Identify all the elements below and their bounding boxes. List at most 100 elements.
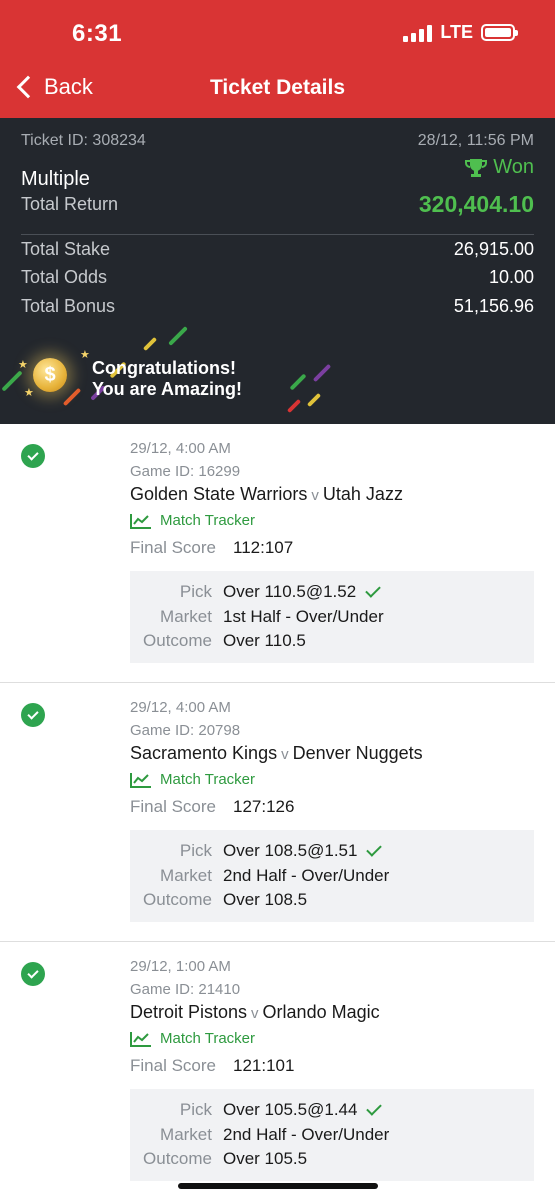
- match-tracker-link[interactable]: Match Tracker: [130, 512, 255, 529]
- pick-value: Over 108.5@1.51: [223, 841, 383, 861]
- pick-text: Over 105.5@1.44: [223, 1100, 358, 1119]
- leg-teams: Golden State Warriors v Utah Jazz: [130, 484, 403, 505]
- bet-leg: 29/12, 4:00 AM Game ID: 20798 Sacramento…: [0, 683, 555, 942]
- market-value: 2nd Half - Over/Under: [223, 1125, 390, 1144]
- match-tracker-label: Match Tracker: [160, 512, 256, 529]
- market-row: Market 1st Half - Over/Under: [130, 607, 534, 627]
- divider: [21, 234, 534, 235]
- market-label: Market: [160, 607, 212, 626]
- confetti-streak: [312, 363, 332, 383]
- row-value: 51,156.96: [453, 296, 534, 316]
- pick-text: Over 110.5@1.52: [223, 582, 357, 601]
- ticket-id: Ticket ID: 308234: [21, 132, 146, 149]
- outcome-row: Outcome Over 108.5: [130, 890, 534, 910]
- checkmark-icon: [366, 841, 383, 857]
- ticket-datetime: 28/12, 11:56 PM: [417, 132, 534, 149]
- pick-details: Pick Over 105.5@1.44 Market 2nd Half - O…: [130, 1089, 534, 1181]
- outcome-label: Outcome: [143, 1149, 212, 1168]
- home-team: Golden State Warriors: [130, 484, 308, 504]
- final-score-value: 121:101: [233, 1056, 295, 1075]
- total-odds-row: Total Odds 10.00: [21, 267, 534, 288]
- market-row: Market 2nd Half - Over/Under: [130, 866, 534, 886]
- pick-label: Pick: [179, 582, 212, 601]
- star-icon: ★: [18, 359, 28, 371]
- outcome-value: Over 105.5: [223, 1149, 308, 1168]
- status-label: Won: [493, 156, 534, 178]
- final-score-value: 127:126: [233, 797, 295, 816]
- leg-game-id: Game ID: 16299: [130, 463, 241, 480]
- signal-icon: [403, 24, 433, 42]
- app-header: 6:31 LTE Back Ticket Details: [0, 0, 555, 118]
- outcome-value: Over 108.5: [223, 890, 308, 909]
- coin-icon: $: [33, 358, 67, 392]
- pick-row: Pick Over 105.5@1.44: [130, 1100, 534, 1120]
- row-label: Total Odds: [21, 267, 108, 287]
- market-row: Market 2nd Half - Over/Under: [130, 1125, 534, 1145]
- confetti-streak: [286, 398, 302, 414]
- row-label: Total Stake: [21, 239, 111, 259]
- outcome-label: Outcome: [143, 631, 212, 650]
- leg-datetime: 29/12, 4:00 AM: [130, 440, 231, 457]
- final-score-label: Final Score: [130, 797, 216, 816]
- confetti-streak: [1, 370, 23, 392]
- confetti-streak: [168, 326, 188, 346]
- total-bonus-row: Total Bonus 51,156.96: [21, 296, 534, 317]
- pick-label: Pick: [179, 841, 212, 860]
- pick-details: Pick Over 108.5@1.51 Market 2nd Half - O…: [130, 830, 534, 922]
- pick-label: Pick: [179, 1100, 212, 1119]
- away-team: Denver Nuggets: [292, 743, 423, 763]
- away-team: Orlando Magic: [262, 1002, 380, 1022]
- outcome-value: Over 110.5: [223, 631, 306, 650]
- match-tracker-label: Match Tracker: [160, 771, 256, 788]
- outcome-row: Outcome Over 105.5: [130, 1149, 534, 1169]
- page-title: Ticket Details: [209, 76, 345, 99]
- outcome-row: Outcome Over 110.5: [130, 631, 534, 651]
- bet-type: Multiple: [21, 168, 90, 190]
- leg-game-id: Game ID: 21410: [130, 981, 241, 998]
- versus-label: v: [281, 746, 289, 763]
- bet-legs-list: 29/12, 4:00 AM Game ID: 16299 Golden Sta…: [0, 424, 555, 1200]
- congratulations-banner: ★ ★ ★ $ Congratulations! You are Amazing…: [0, 326, 555, 424]
- confetti-streak: [62, 387, 82, 407]
- pick-value: Over 110.5@1.52: [223, 582, 381, 602]
- market-label: Market: [160, 1125, 212, 1144]
- trophy-icon: [465, 158, 488, 177]
- confetti-streak: [289, 373, 307, 391]
- match-tracker-link[interactable]: Match Tracker: [130, 771, 255, 788]
- final-score-label: Final Score: [130, 538, 216, 557]
- row-value: 26,915.00: [453, 239, 534, 259]
- check-circle-icon: [21, 962, 45, 986]
- check-circle-icon: [21, 444, 45, 468]
- congrats-text: Congratulations! You are Amazing!: [92, 358, 242, 400]
- home-team: Detroit Pistons: [130, 1002, 248, 1022]
- pick-row: Pick Over 110.5@1.52: [130, 582, 534, 602]
- status-indicators: LTE: [403, 22, 518, 43]
- check-circle-icon: [21, 703, 45, 727]
- battery-icon: [481, 24, 518, 41]
- bet-leg: 29/12, 4:00 AM Game ID: 16299 Golden Sta…: [0, 424, 555, 683]
- ticket-summary: Ticket ID: 308234 28/12, 11:56 PM Won Mu…: [0, 118, 555, 424]
- leg-game-id: Game ID: 20798: [130, 722, 241, 739]
- pick-details: Pick Over 110.5@1.52 Market 1st Half - O…: [130, 571, 534, 663]
- line-chart-icon: [130, 772, 151, 788]
- leg-teams: Detroit Pistons v Orlando Magic: [130, 1002, 380, 1023]
- match-tracker-label: Match Tracker: [160, 1030, 256, 1047]
- checkmark-icon: [366, 1100, 383, 1116]
- line-chart-icon: [130, 513, 151, 529]
- versus-label: v: [311, 487, 319, 504]
- congrats-line-1: Congratulations!: [92, 358, 236, 378]
- star-icon: ★: [80, 349, 90, 361]
- status-badge: Won: [465, 156, 534, 179]
- market-value: 2nd Half - Over/Under: [223, 866, 390, 885]
- outcome-label: Outcome: [143, 890, 212, 909]
- market-label: Market: [160, 866, 212, 885]
- total-return-value: 320,404.10: [418, 191, 534, 217]
- congrats-line-2: You are Amazing!: [92, 379, 243, 399]
- network-label: LTE: [440, 22, 473, 42]
- market-value: 1st Half - Over/Under: [223, 607, 384, 626]
- match-tracker-link[interactable]: Match Tracker: [130, 1030, 255, 1047]
- home-indicator[interactable]: [178, 1183, 378, 1189]
- versus-label: v: [251, 1005, 259, 1022]
- row-value: 10.00: [488, 267, 534, 287]
- pick-text: Over 108.5@1.51: [223, 841, 358, 860]
